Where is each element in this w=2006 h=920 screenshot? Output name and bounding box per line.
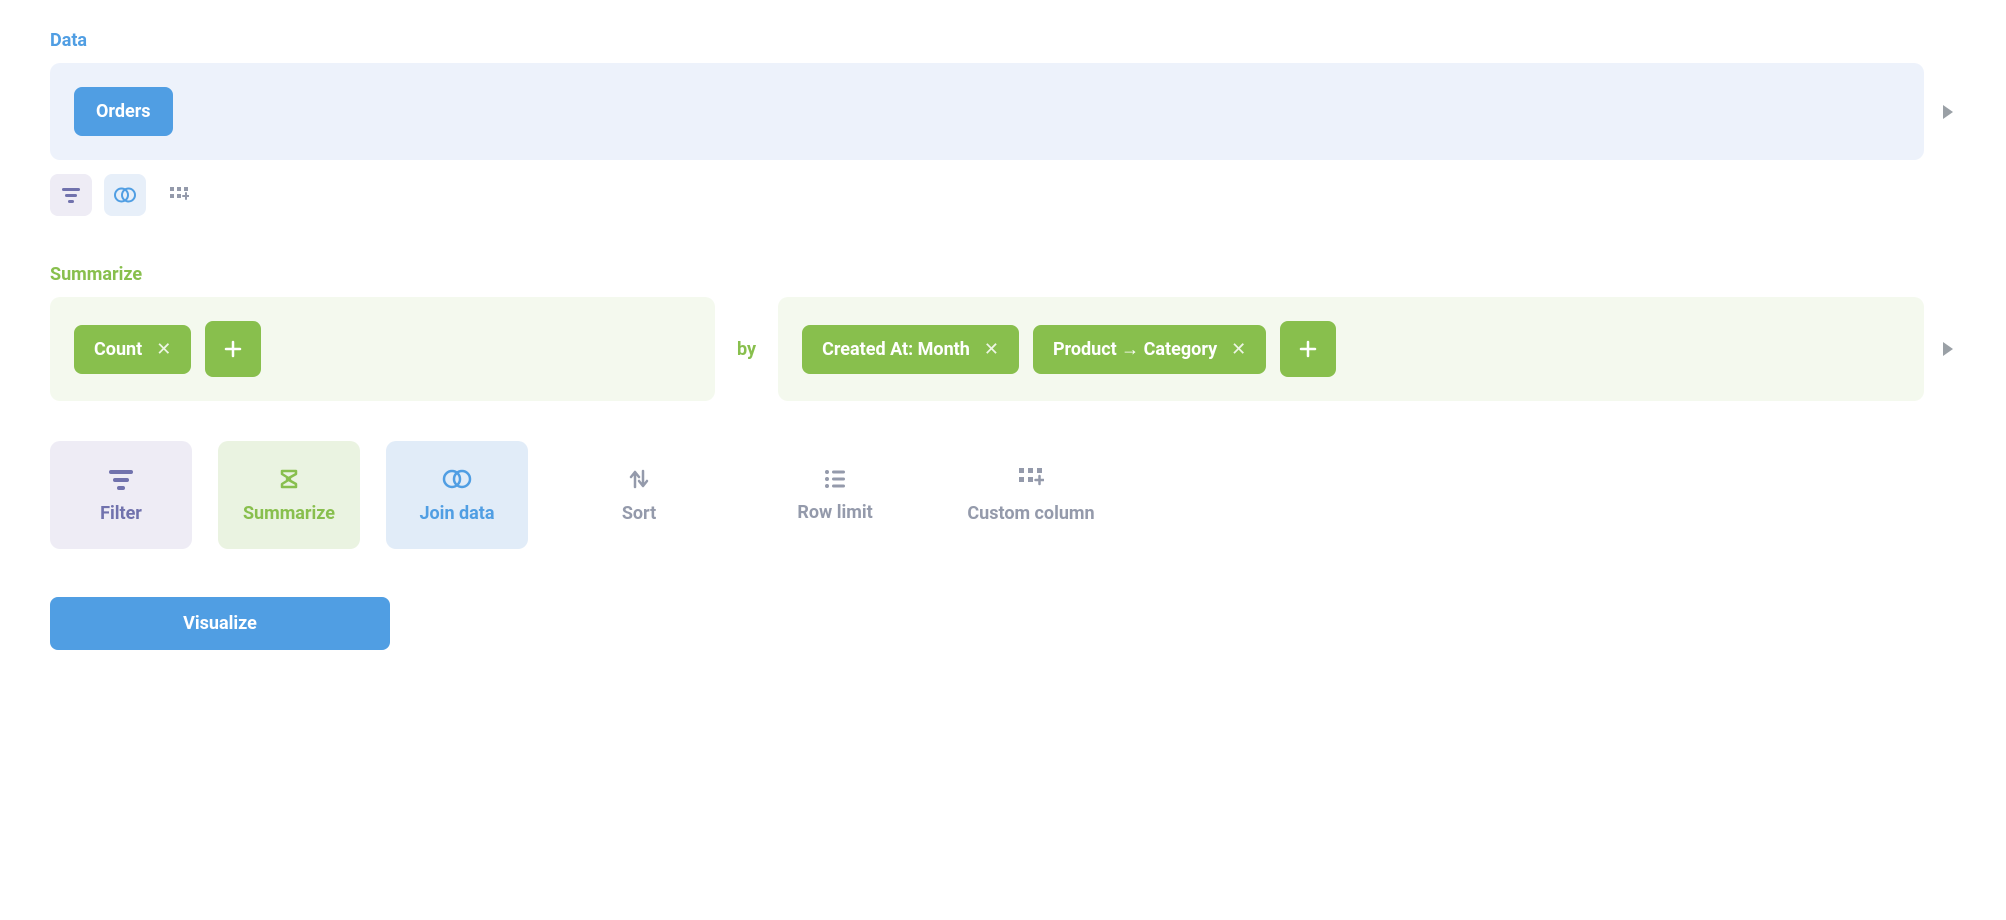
data-well: Orders: [50, 63, 1924, 160]
add-aggregation-button[interactable]: [205, 321, 261, 377]
expand-data-arrow-icon[interactable]: [1940, 103, 1956, 121]
grouping-label: Product → Category: [1053, 339, 1217, 360]
aggregation-label: Count: [94, 339, 142, 360]
list-icon: [823, 468, 847, 490]
plus-icon: [1298, 339, 1318, 359]
row-limit-action-button[interactable]: Row limit: [750, 441, 920, 549]
venn-icon: [113, 186, 137, 204]
sort-action-label: Sort: [622, 503, 656, 524]
filter-icon: [107, 467, 135, 491]
expand-summarize-arrow-icon[interactable]: [1940, 340, 1956, 358]
remove-grouping-icon[interactable]: ✕: [984, 339, 999, 360]
filter-tool-button[interactable]: [50, 174, 92, 216]
data-toolbar: [50, 174, 1956, 216]
remove-aggregation-icon[interactable]: ✕: [156, 339, 171, 360]
sort-action-button[interactable]: Sort: [554, 441, 724, 549]
aggregation-pill-count[interactable]: Count ✕: [74, 325, 191, 374]
summarize-row: Count ✕ by Created At: Month ✕ Product →…: [50, 297, 1956, 401]
row-limit-action-label: Row limit: [797, 502, 872, 523]
custom-column-action-button[interactable]: Custom column: [946, 441, 1116, 549]
visualize-button[interactable]: Visualize: [50, 597, 390, 650]
actions-row: Filter Summarize Join data Sort Row limi…: [50, 441, 1956, 549]
filter-action-button[interactable]: Filter: [50, 441, 192, 549]
join-data-action-label: Join data: [419, 503, 494, 524]
custom-column-tool-button[interactable]: [158, 174, 200, 216]
summarize-section-label: Summarize: [50, 264, 1956, 285]
sigma-icon: [277, 467, 301, 491]
grouping-pill-product-category[interactable]: Product → Category ✕: [1033, 325, 1266, 374]
add-grouping-button[interactable]: [1280, 321, 1336, 377]
sort-icon: [627, 467, 651, 491]
custom-column-action-label: Custom column: [967, 503, 1094, 524]
table-pill-orders[interactable]: Orders: [74, 87, 173, 136]
data-section-label: Data: [50, 30, 1956, 51]
by-label: by: [731, 339, 762, 360]
join-tool-button[interactable]: [104, 174, 146, 216]
venn-icon: [441, 467, 473, 491]
summarize-action-button[interactable]: Summarize: [218, 441, 360, 549]
plus-icon: [223, 339, 243, 359]
summarize-action-label: Summarize: [243, 503, 335, 524]
filter-action-label: Filter: [100, 503, 142, 524]
join-data-action-button[interactable]: Join data: [386, 441, 528, 549]
remove-grouping-icon[interactable]: ✕: [1231, 339, 1246, 360]
grouping-label: Created At: Month: [822, 339, 970, 360]
grouping-pill-created-at[interactable]: Created At: Month ✕: [802, 325, 1019, 374]
data-row: Orders: [50, 63, 1956, 160]
groupby-well: Created At: Month ✕ Product → Category ✕: [778, 297, 1924, 401]
filter-icon: [61, 186, 81, 204]
grid-plus-icon: [1018, 467, 1044, 491]
grid-plus-icon: [169, 186, 189, 204]
aggregation-well: Count ✕: [50, 297, 715, 401]
